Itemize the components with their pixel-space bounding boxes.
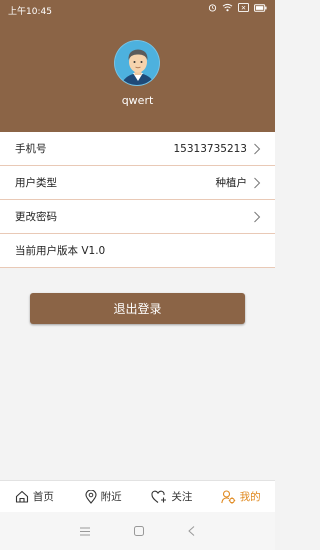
- sim-icon: ✕: [238, 3, 249, 12]
- bottom-tab-bar: 首页 附近 关注 我的: [0, 480, 275, 512]
- profile-menu: 手机号 15313735213 用户类型 种植户 更改密码 当前用户版本 V1.…: [0, 132, 275, 268]
- user-gear-icon: [220, 489, 235, 504]
- menu-item-user-type[interactable]: 用户类型 种植户: [0, 166, 275, 200]
- system-nav-bar: [0, 512, 275, 550]
- wifi-icon: [222, 3, 233, 12]
- profile-header: 上午10:45 ✕ qwert: [0, 0, 275, 132]
- heart-plus-icon: [151, 490, 167, 503]
- location-pin-icon: [85, 489, 97, 504]
- menu-item-change-password[interactable]: 更改密码: [0, 200, 275, 234]
- status-time: 上午10:45: [8, 7, 52, 17]
- menu-item-label: 用户类型: [15, 177, 57, 189]
- home-icon: [15, 490, 28, 503]
- menu-item-label: 更改密码: [15, 211, 57, 223]
- chevron-right-icon: [254, 143, 261, 154]
- avatar[interactable]: [114, 40, 160, 86]
- menu-item-label: 手机号: [15, 143, 47, 155]
- menu-icon[interactable]: [80, 527, 90, 536]
- battery-icon: [254, 3, 267, 12]
- tab-mine[interactable]: 我的: [206, 481, 275, 512]
- tab-nearby[interactable]: 附近: [69, 481, 138, 512]
- sim-mark: ✕: [241, 5, 246, 12]
- version-label: 当前用户版本 V1.0: [15, 245, 106, 257]
- home-square-icon[interactable]: [134, 526, 144, 536]
- tab-label: 关注: [171, 491, 193, 503]
- tab-label: 附近: [100, 491, 122, 503]
- back-icon[interactable]: [188, 526, 195, 536]
- tab-label: 首页: [32, 491, 54, 503]
- user-avatar-illustration: [115, 41, 159, 85]
- username: qwert: [121, 94, 154, 107]
- menu-item-phone[interactable]: 手机号 15313735213: [0, 132, 275, 166]
- logout-button[interactable]: 退出登录: [30, 293, 245, 324]
- menu-item-version: 当前用户版本 V1.0: [0, 234, 275, 268]
- tab-home[interactable]: 首页: [0, 481, 69, 512]
- tab-label: 我的: [239, 491, 261, 503]
- status-bar: 上午10:45 ✕: [0, 0, 275, 20]
- alarm-icon: [208, 4, 217, 12]
- phone-number-value: 15313735213: [173, 142, 248, 155]
- chevron-right-icon: [254, 211, 261, 222]
- tab-follow[interactable]: 关注: [138, 481, 207, 512]
- user-type-value: 种植户: [215, 177, 248, 189]
- status-icons: ✕: [208, 3, 267, 12]
- chevron-right-icon: [254, 177, 261, 188]
